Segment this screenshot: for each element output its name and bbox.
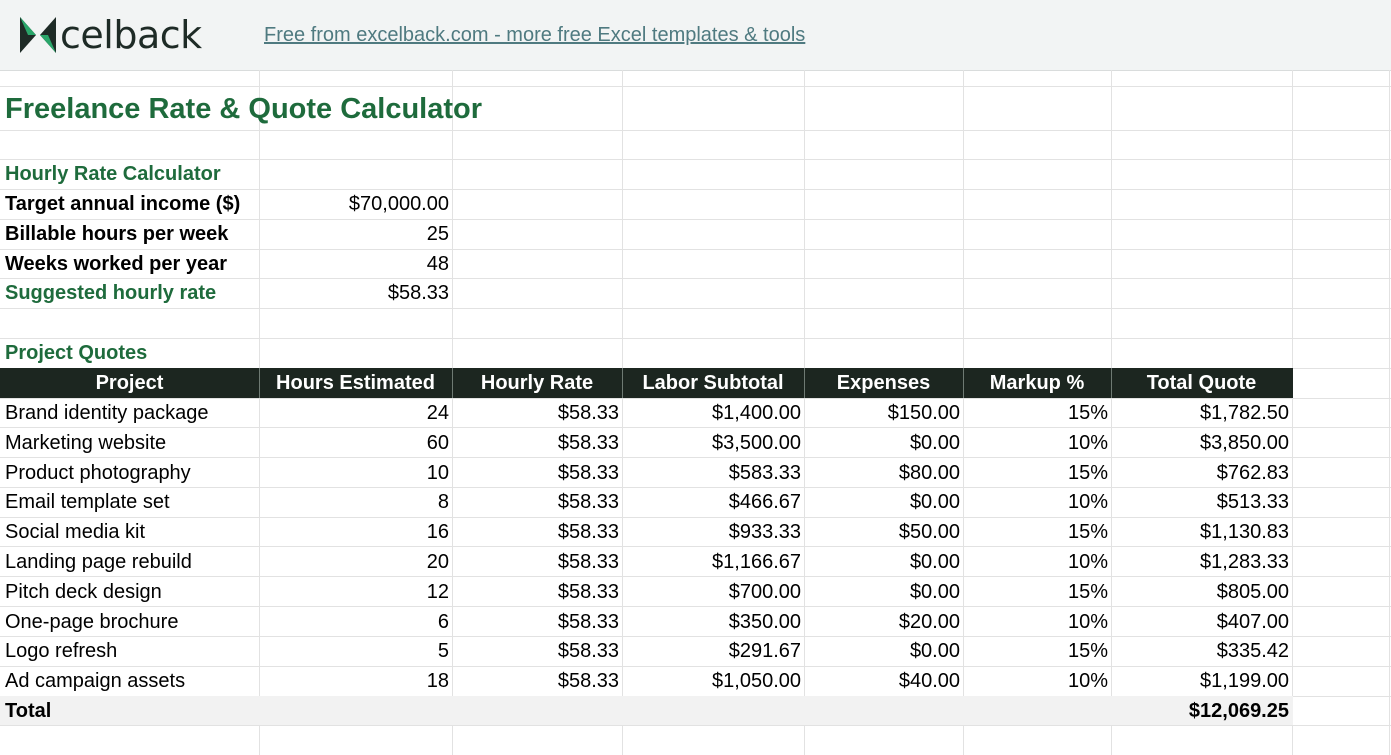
markup-cell[interactable]: 15%: [963, 518, 1111, 547]
hours-cell[interactable]: 16: [259, 518, 452, 547]
excelback-link[interactable]: Free from excelback.com - more free Exce…: [264, 24, 805, 47]
markup-cell[interactable]: 15%: [963, 637, 1111, 666]
hours-cell[interactable]: 60: [259, 429, 452, 458]
markup-cell[interactable]: 15%: [963, 459, 1111, 488]
col-header-project[interactable]: Project: [0, 369, 259, 398]
expenses-cell[interactable]: $20.00: [804, 608, 963, 637]
total-quote-cell[interactable]: $1,782.50: [1111, 399, 1292, 428]
markup-cell[interactable]: 10%: [963, 548, 1111, 577]
labor-subtotal-cell[interactable]: $3,500.00: [622, 429, 804, 458]
col-header-markup[interactable]: Markup %: [963, 369, 1111, 398]
suggested-rate-label: Suggested hourly rate: [5, 282, 217, 304]
rate-cell[interactable]: $58.33: [452, 518, 622, 547]
project-name-cell[interactable]: One-page brochure: [0, 608, 259, 637]
hours-cell[interactable]: 10: [259, 459, 452, 488]
col-header-hours[interactable]: Hours Estimated: [259, 369, 452, 398]
labor-subtotal-cell[interactable]: $350.00: [622, 608, 804, 637]
project-name-cell[interactable]: Email template set: [0, 488, 259, 517]
top-banner: celback Free from excelback.com - more f…: [0, 0, 1391, 71]
labor-subtotal-cell[interactable]: $1,166.67: [622, 548, 804, 577]
markup-cell[interactable]: 10%: [963, 488, 1111, 517]
total-quote-cell[interactable]: $1,283.33: [1111, 548, 1292, 577]
rate-cell[interactable]: $58.33: [452, 459, 622, 488]
expenses-cell[interactable]: $40.00: [804, 667, 963, 696]
rate-cell[interactable]: $58.33: [452, 548, 622, 577]
project-name-cell[interactable]: Brand identity package: [0, 399, 259, 428]
col-header-labor[interactable]: Labor Subtotal: [622, 369, 804, 398]
project-name-cell[interactable]: Social media kit: [0, 518, 259, 547]
income-label: Target annual income ($): [5, 193, 241, 215]
total-quote-cell[interactable]: $335.42: [1111, 637, 1292, 666]
col-header-total[interactable]: Total Quote: [1111, 369, 1292, 398]
project-name-cell[interactable]: Pitch deck design: [0, 578, 259, 607]
income-input[interactable]: $70,000.00: [259, 190, 452, 219]
logo-x-icon: [20, 17, 56, 53]
labor-subtotal-cell[interactable]: $583.33: [622, 459, 804, 488]
labor-subtotal-cell[interactable]: $1,050.00: [622, 667, 804, 696]
total-quote-cell[interactable]: $3,850.00: [1111, 429, 1292, 458]
quotes-section-heading: Project Quotes: [5, 342, 148, 364]
total-quote-cell[interactable]: $1,199.00: [1111, 667, 1292, 696]
markup-cell[interactable]: 15%: [963, 578, 1111, 607]
expenses-cell[interactable]: $50.00: [804, 518, 963, 547]
labor-subtotal-cell[interactable]: $700.00: [622, 578, 804, 607]
expenses-cell[interactable]: $80.00: [804, 459, 963, 488]
total-quote-cell[interactable]: $1,130.83: [1111, 518, 1292, 547]
rate-cell[interactable]: $58.33: [452, 637, 622, 666]
expenses-cell[interactable]: $0.00: [804, 488, 963, 517]
hours-cell[interactable]: 24: [259, 399, 452, 428]
rate-section-heading: Hourly Rate Calculator: [5, 163, 221, 185]
expenses-cell[interactable]: $0.00: [804, 578, 963, 607]
total-quote-cell[interactable]: $762.83: [1111, 459, 1292, 488]
markup-cell[interactable]: 15%: [963, 399, 1111, 428]
labor-subtotal-cell[interactable]: $1,400.00: [622, 399, 804, 428]
hours-cell[interactable]: 18: [259, 667, 452, 696]
total-quote-cell[interactable]: $513.33: [1111, 488, 1292, 517]
col-header-expenses[interactable]: Expenses: [804, 369, 963, 398]
hours-cell[interactable]: 5: [259, 637, 452, 666]
hours-per-week-label: Billable hours per week: [5, 223, 229, 245]
logo-text: celback: [60, 13, 202, 57]
hours-per-week-input[interactable]: 25: [259, 220, 452, 249]
suggested-rate-value[interactable]: $58.33: [259, 279, 452, 308]
hours-cell[interactable]: 8: [259, 488, 452, 517]
rate-cell[interactable]: $58.33: [452, 578, 622, 607]
hours-cell[interactable]: 6: [259, 608, 452, 637]
labor-subtotal-cell[interactable]: $291.67: [622, 637, 804, 666]
grand-total-value[interactable]: $12,069.25: [1111, 697, 1292, 726]
rate-cell[interactable]: $58.33: [452, 608, 622, 637]
project-name-cell[interactable]: Ad campaign assets: [0, 667, 259, 696]
expenses-cell[interactable]: $0.00: [804, 429, 963, 458]
spreadsheet-grid[interactable]: Freelance Rate & Quote Calculator Hourly…: [0, 70, 1391, 755]
project-name-cell[interactable]: Landing page rebuild: [0, 548, 259, 577]
labor-subtotal-cell[interactable]: $933.33: [622, 518, 804, 547]
project-name-cell[interactable]: Logo refresh: [0, 637, 259, 666]
total-quote-cell[interactable]: $805.00: [1111, 578, 1292, 607]
hours-cell[interactable]: 12: [259, 578, 452, 607]
markup-cell[interactable]: 10%: [963, 608, 1111, 637]
markup-cell[interactable]: 10%: [963, 429, 1111, 458]
sheet-title: Freelance Rate & Quote Calculator: [5, 93, 483, 125]
expenses-cell[interactable]: $0.00: [804, 548, 963, 577]
total-label: Total: [5, 700, 52, 722]
expenses-cell[interactable]: $0.00: [804, 637, 963, 666]
rate-cell[interactable]: $58.33: [452, 488, 622, 517]
total-quote-cell[interactable]: $407.00: [1111, 608, 1292, 637]
hours-cell[interactable]: 20: [259, 548, 452, 577]
rate-cell[interactable]: $58.33: [452, 429, 622, 458]
project-name-cell[interactable]: Product photography: [0, 459, 259, 488]
rate-cell[interactable]: $58.33: [452, 667, 622, 696]
rate-cell[interactable]: $58.33: [452, 399, 622, 428]
markup-cell[interactable]: 10%: [963, 667, 1111, 696]
col-header-rate[interactable]: Hourly Rate: [452, 369, 622, 398]
labor-subtotal-cell[interactable]: $466.67: [622, 488, 804, 517]
excelback-logo[interactable]: celback: [18, 14, 202, 56]
expenses-cell[interactable]: $150.00: [804, 399, 963, 428]
weeks-per-year-label: Weeks worked per year: [5, 253, 227, 275]
weeks-per-year-input[interactable]: 48: [259, 250, 452, 279]
project-name-cell[interactable]: Marketing website: [0, 429, 259, 458]
